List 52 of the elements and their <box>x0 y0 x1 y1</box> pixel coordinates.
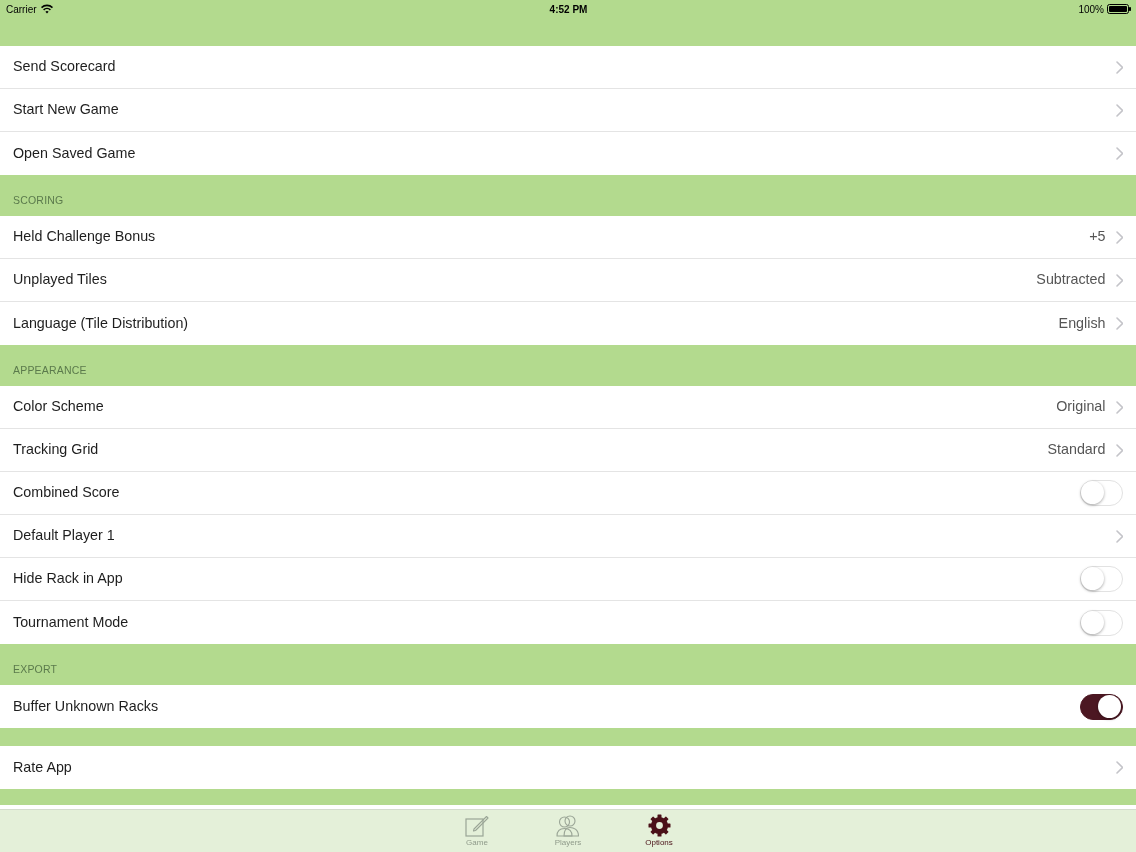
setting-label: Open Saved Game <box>13 143 136 163</box>
settings-row[interactable]: Default Player 1 <box>0 515 1136 558</box>
chevron-right-icon <box>1115 230 1123 244</box>
chevron-right-icon <box>1115 147 1123 160</box>
clock-time: 4:52 PM <box>549 2 588 17</box>
chevron-right-icon <box>1115 529 1123 543</box>
setting-label: Tournament Mode <box>13 612 129 632</box>
pencil-square-icon <box>465 814 489 837</box>
setting-value: English <box>1058 313 1106 333</box>
setting-value: +5 <box>1089 227 1106 247</box>
people-icon <box>556 814 580 837</box>
gear-icon <box>647 814 671 837</box>
settings-row[interactable]: Start New Game <box>0 89 1136 132</box>
wifi-icon <box>40 4 53 14</box>
settings-row[interactable]: Open Saved Game <box>0 132 1136 175</box>
setting-value: Subtracted <box>1036 270 1106 290</box>
section-header: EXPORT <box>13 662 58 678</box>
setting-label: Default Player 1 <box>13 526 115 546</box>
toggle-switch[interactable] <box>1080 693 1123 720</box>
tab-item[interactable]: Options <box>613 810 705 852</box>
setting-label: Language (Tile Distribution) <box>13 313 189 333</box>
setting-label: Unplayed Tiles <box>13 270 107 290</box>
battery-percent: 100% <box>1078 2 1104 17</box>
setting-label: Combined Score <box>13 483 120 503</box>
chevron-right-icon <box>1115 317 1123 330</box>
chevron-right-icon <box>1115 761 1123 774</box>
setting-label: Send Scorecard <box>13 57 116 77</box>
battery-icon <box>1107 4 1131 14</box>
setting-label: Tracking Grid <box>13 440 99 460</box>
chevron-right-icon <box>1115 103 1123 117</box>
settings-row[interactable]: Color Scheme Original <box>0 386 1136 429</box>
settings-row[interactable]: Held Challenge Bonus +5 <box>0 216 1136 259</box>
setting-label: Start New Game <box>13 100 119 120</box>
setting-label: Buffer Unknown Racks <box>13 696 159 716</box>
setting-value: Original <box>1056 397 1106 417</box>
settings-row[interactable]: Language (Tile Distribution) English <box>0 302 1136 345</box>
setting-label: Hide Rack in App <box>13 569 123 589</box>
chevron-right-icon <box>1115 400 1123 414</box>
setting-label: Rate App <box>13 757 72 777</box>
section-header: APPEARANCE <box>13 363 87 379</box>
setting-value: Standard <box>1047 440 1106 460</box>
chevron-right-icon <box>1115 273 1123 287</box>
setting-label: Color Scheme <box>13 397 104 417</box>
settings-row[interactable]: Send Scorecard <box>0 46 1136 89</box>
carrier-label: Carrier <box>6 2 37 17</box>
chevron-right-icon <box>1115 60 1123 74</box>
section-header: SCORING <box>13 193 64 209</box>
settings-row[interactable]: Unplayed Tiles Subtracted <box>0 259 1136 302</box>
setting-label: Held Challenge Bonus <box>13 227 156 247</box>
chevron-right-icon <box>1115 443 1123 457</box>
settings-row[interactable]: Tracking Grid Standard <box>0 429 1136 472</box>
settings-row[interactable]: Rate App <box>0 746 1136 789</box>
